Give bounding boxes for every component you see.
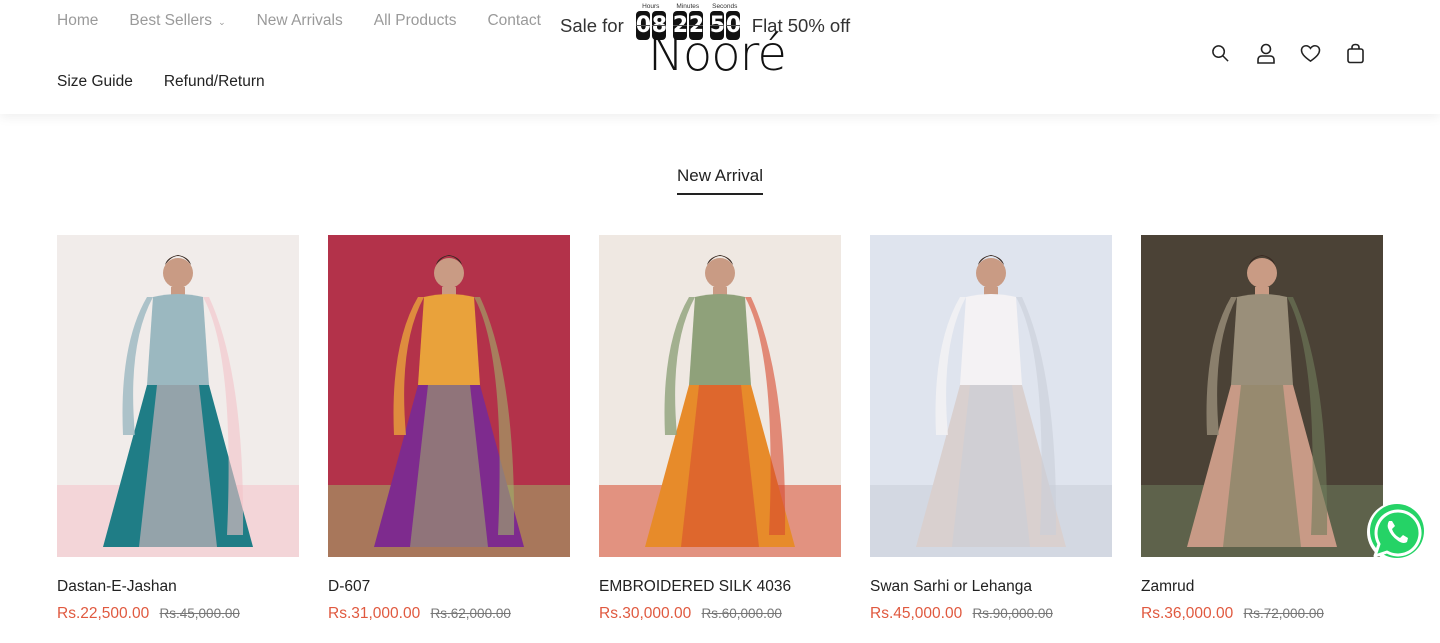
minutes-label: Minutes (676, 3, 700, 10)
seconds-label: Seconds (712, 3, 738, 10)
sale-prefix-text: Sale for (560, 15, 624, 36)
product-card[interactable]: D-607 Rs.31,000.00 Rs.62,000.00 (328, 235, 570, 623)
product-prices: Rs.31,000.00 Rs.62,000.00 (328, 605, 570, 623)
nav-home[interactable]: Home (57, 12, 98, 30)
product-name[interactable]: Dastan-E-Jashan (57, 578, 299, 596)
product-card[interactable]: Dastan-E-Jashan Rs.22,500.00 Rs.45,000.0… (57, 235, 299, 623)
original-price: Rs.45,000.00 (159, 606, 240, 621)
timer-seconds: Seconds 5 0 (709, 3, 742, 40)
hours-digit: 8 (651, 11, 668, 40)
sale-countdown-banner: Sale for Hours 0 8 Minutes 2 2 Seconds 5 (560, 3, 850, 43)
nav-new-arrivals[interactable]: New Arrivals (257, 12, 343, 30)
minutes-digit: 2 (672, 11, 689, 40)
nav-best-sellers-label: Best Sellers (129, 12, 213, 29)
original-price: Rs.60,000.00 (701, 606, 782, 621)
seconds-digit: 5 (709, 11, 726, 40)
sale-price: Rs.45,000.00 (870, 605, 963, 622)
product-prices: Rs.45,000.00 Rs.90,000.00 (870, 605, 1112, 623)
account-icon[interactable] (1255, 43, 1276, 64)
product-image[interactable] (599, 235, 841, 557)
sale-price: Rs.36,000.00 (1141, 605, 1234, 622)
product-name[interactable]: Swan Sarhi or Lehanga (870, 578, 1112, 596)
product-grid: Dastan-E-Jashan Rs.22,500.00 Rs.45,000.0… (57, 235, 1383, 623)
header-actions (1210, 43, 1366, 64)
minutes-digit: 2 (688, 11, 705, 40)
product-name[interactable]: D-607 (328, 578, 570, 596)
timer-minutes: Minutes 2 2 (672, 3, 705, 40)
original-price: Rs.72,000.00 (1243, 606, 1324, 621)
wishlist-heart-icon[interactable] (1300, 43, 1321, 64)
chevron-down-icon: ⌄ (218, 16, 226, 27)
nav-home-label: Home (57, 12, 99, 29)
primary-nav: Home Best Sellers ⌄ New Arrivals All Prod… (57, 12, 541, 30)
section-title-text: New Arrival (677, 166, 763, 195)
product-prices: Rs.36,000.00 Rs.72,000.00 (1141, 605, 1383, 623)
product-prices: Rs.30,000.00 Rs.60,000.00 (599, 605, 841, 623)
product-image[interactable] (328, 235, 570, 557)
nav-refund-return[interactable]: Refund/Return (164, 73, 265, 91)
hours-digit: 0 (635, 11, 652, 40)
sale-price: Rs.22,500.00 (57, 605, 150, 622)
nav-new-arrivals-label: New Arrivals (256, 12, 343, 29)
whatsapp-icon[interactable] (1365, 500, 1429, 564)
section-title: New Arrival (0, 166, 1440, 195)
original-price: Rs.90,000.00 (972, 606, 1053, 621)
search-icon[interactable] (1210, 43, 1231, 64)
sale-suffix-text: Flat 50% off (751, 15, 851, 36)
nav-contact-label: Contact (487, 12, 541, 29)
nav-all-products-label: All Products (373, 12, 457, 29)
product-image[interactable] (57, 235, 299, 557)
original-price: Rs.62,000.00 (430, 606, 511, 621)
site-header: Home Best Sellers ⌄ New Arrivals All Prod… (0, 0, 1440, 114)
product-name[interactable]: Zamrud (1141, 578, 1383, 596)
nav-all-products[interactable]: All Products (374, 12, 457, 30)
timer-hours: Hours 0 8 (635, 3, 668, 40)
nav-size-guide[interactable]: Size Guide (57, 73, 133, 91)
hours-label: Hours (642, 3, 660, 10)
product-card[interactable]: Swan Sarhi or Lehanga Rs.45,000.00 Rs.90… (870, 235, 1112, 623)
countdown-timer: Hours 0 8 Minutes 2 2 Seconds 5 0 (635, 3, 742, 40)
nav-best-sellers[interactable]: Best Sellers ⌄ (129, 12, 225, 30)
product-prices: Rs.22,500.00 Rs.45,000.00 (57, 605, 299, 623)
cart-bag-icon[interactable] (1345, 43, 1366, 64)
secondary-nav: Size Guide Refund/Return (57, 73, 265, 91)
product-card[interactable]: EMBROIDERED SILK 4036 Rs.30,000.00 Rs.60… (599, 235, 841, 623)
sale-price: Rs.30,000.00 (599, 605, 692, 622)
seconds-digit: 0 (725, 11, 742, 40)
product-image[interactable] (1141, 235, 1383, 557)
product-name[interactable]: EMBROIDERED SILK 4036 (599, 578, 841, 596)
nav-contact[interactable]: Contact (487, 12, 540, 30)
product-card[interactable]: Zamrud Rs.36,000.00 Rs.72,000.00 (1141, 235, 1383, 623)
product-image[interactable] (870, 235, 1112, 557)
sale-price: Rs.31,000.00 (328, 605, 421, 622)
